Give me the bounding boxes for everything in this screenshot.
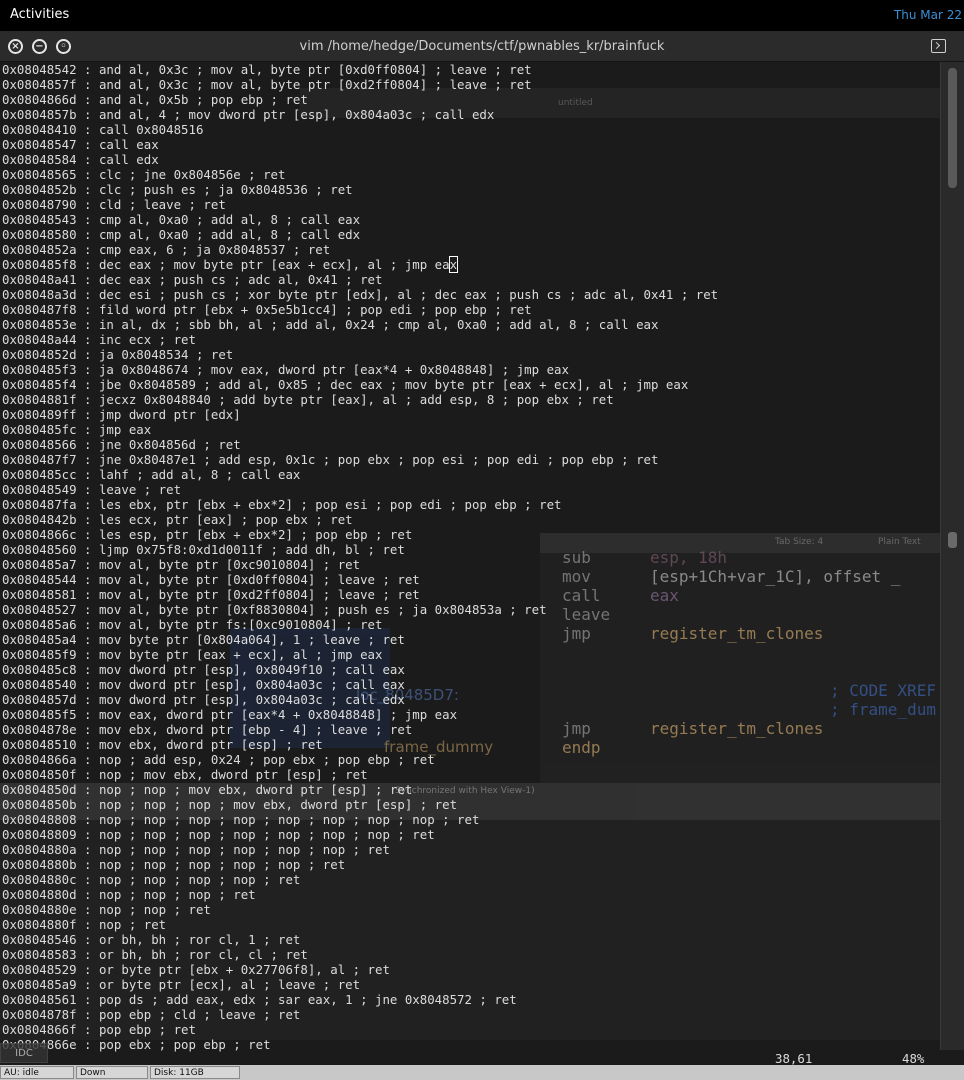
vim-line[interactable]: 0x0804857b : and al, 4 ; mov dword ptr [… [2, 107, 494, 122]
vim-scroll-percent: 48% [902, 1051, 925, 1066]
vim-line[interactable]: 0x08048544 : mov al, byte ptr [0xd0ff080… [2, 572, 420, 587]
vim-line[interactable]: 0x08048584 : call edx [2, 152, 159, 167]
vim-line[interactable]: 0x080485fc : jmp eax [2, 422, 151, 437]
vim-line[interactable]: 0x08048a41 : dec eax ; push cs ; adc al,… [2, 272, 382, 287]
vim-line[interactable]: 0x08048549 : leave ; ret [2, 482, 181, 497]
vim-line[interactable]: 0x080485a9 : or byte ptr [ecx], al ; lea… [2, 977, 360, 992]
vim-line[interactable]: 0x0804881f : jecxz 0x8048840 ; add byte … [2, 392, 614, 407]
vim-line[interactable]: 0x08048543 : cmp al, 0xa0 ; add al, 8 ; … [2, 212, 360, 227]
ida-statusbar: AU: idle Down Disk: 11GB [0, 1065, 964, 1080]
vim-line[interactable]: 0x0804878f : pop ebp ; cld ; leave ; ret [2, 1007, 300, 1022]
ghost-idc-tab: IDC [0, 1043, 48, 1063]
vim-line[interactable]: 0x080485cc : lahf ; add al, 8 ; call eax [2, 467, 300, 482]
vim-line[interactable]: 0x0804853e : in al, dx ; sbb bh, al ; ad… [2, 317, 658, 332]
vim-line[interactable]: 0x0804850d : nop ; nop ; mov ebx, dword … [2, 782, 412, 797]
vim-line[interactable]: 0x08048566 : jne 0x804856d ; ret [2, 437, 241, 452]
vim-line[interactable]: 0x08048410 : call 0x8048516 [2, 122, 203, 137]
scrollbar-thumb[interactable] [948, 68, 957, 188]
vim-line[interactable]: 0x08048808 : nop ; nop ; nop ; nop ; nop… [2, 812, 479, 827]
vim-line[interactable]: 0x080485a4 : mov byte ptr [0x804a064], 1… [2, 632, 405, 647]
vim-line[interactable]: 0x080487f7 : jne 0x80487e1 ; add esp, 0x… [2, 452, 658, 467]
vim-line[interactable]: 0x0804852b : clc ; push es ; ja 0x804853… [2, 182, 353, 197]
vim-cursor: x [448, 256, 459, 273]
window-title: vim /home/hedge/Documents/ctf/pwnables_k… [299, 39, 665, 54]
vim-line[interactable]: 0x080485f9 : mov byte ptr [eax + ecx], a… [2, 647, 382, 662]
vim-line[interactable]: 0x080485c8 : mov dword ptr [esp], 0x8049… [2, 662, 405, 677]
vim-line[interactable]: 0x08048565 : clc ; jne 0x804856e ; ret [2, 167, 285, 182]
vim-cursor-position: 38,61 [775, 1051, 813, 1066]
vertical-scrollbar[interactable] [940, 62, 964, 1050]
vim-line[interactable]: 0x080489ff : jmp dword ptr [edx] [2, 407, 241, 422]
vim-line[interactable]: 0x080485f8 : dec eax ; mov byte ptr [eax… [2, 256, 459, 273]
vim-line[interactable]: 0x08048581 : mov al, byte ptr [0xd2ff080… [2, 587, 420, 602]
vim-line[interactable]: 0x080487f8 : fild word ptr [ebx + 0x5e5b… [2, 302, 532, 317]
vim-line[interactable]: 0x08048790 : cld ; leave ; ret [2, 197, 226, 212]
vim-line[interactable]: 0x08048527 : mov al, byte ptr [0xf883080… [2, 602, 547, 617]
vim-line[interactable]: 0x0804857d : mov dword ptr [esp], 0x804a… [2, 692, 405, 707]
vim-line[interactable]: 0x0804852a : cmp eax, 6 ; ja 0x8048537 ;… [2, 242, 330, 257]
vim-line[interactable]: 0x080487fa : les ebx, ptr [ebx + ebx*2] … [2, 497, 562, 512]
vim-line[interactable]: 0x08048546 : or bh, bh ; ror cl, 1 ; ret [2, 932, 300, 947]
vim-line[interactable]: 0x08048510 : mov ebx, dword ptr [esp] ; … [2, 737, 323, 752]
vim-line[interactable]: 0x08048580 : cmp al, 0xa0 ; add al, 8 ; … [2, 227, 360, 242]
window-titlebar: × − ◦ vim /home/hedge/Documents/ctf/pwna… [0, 31, 964, 62]
vim-line[interactable]: 0x0804878e : mov ebx, dword ptr [ebp - 4… [2, 722, 412, 737]
vim-line[interactable]: 0x08048540 : mov dword ptr [esp], 0x804a… [2, 677, 405, 692]
vim-line[interactable]: 0x0804880f : nop ; ret [2, 917, 166, 932]
vim-line[interactable]: 0x08048809 : nop ; nop ; nop ; nop ; nop… [2, 827, 435, 842]
vim-line[interactable]: 0x080485f4 : jbe 0x8048589 ; add al, 0x8… [2, 377, 688, 392]
clock[interactable]: Thu Mar 22 [894, 8, 962, 22]
vim-line[interactable]: 0x0804850f : nop ; mov ebx, dword ptr [e… [2, 767, 368, 782]
vim-editor[interactable]: 0x08048542 : and al, 0x3c ; mov al, byte… [0, 62, 938, 1052]
status-disk: Disk: 11GB [150, 1066, 240, 1079]
vim-line[interactable]: 0x08048583 : or bh, bh ; ror cl, cl ; re… [2, 947, 308, 962]
vim-line[interactable]: 0x08048560 : ljmp 0x75f8:0xd1d0011f ; ad… [2, 542, 405, 557]
vim-line[interactable]: 0x0804857f : and al, 0x3c ; mov al, byte… [2, 77, 532, 92]
vim-line[interactable]: 0x0804880a : nop ; nop ; nop ; nop ; nop… [2, 842, 390, 857]
vim-line[interactable]: 0x0804866f : pop ebp ; ret [2, 1022, 196, 1037]
vim-line[interactable]: 0x0804866a : nop ; add esp, 0x24 ; pop e… [2, 752, 435, 767]
vim-line[interactable]: 0x08048a3d : dec esi ; push cs ; xor byt… [2, 287, 718, 302]
vim-line[interactable]: 0x0804842b : les ecx, ptr [eax] ; pop eb… [2, 512, 353, 527]
vim-line[interactable]: 0x08048561 : pop ds ; add eax, edx ; sar… [2, 992, 517, 1007]
vim-line[interactable]: 0x08048542 : and al, 0x3c ; mov al, byte… [2, 62, 532, 77]
vim-line[interactable]: 0x08048529 : or byte ptr [ebx + 0x27706f… [2, 962, 390, 977]
scrollbar-marker [948, 532, 957, 548]
vim-line[interactable]: 0x0804880e : nop ; nop ; ret [2, 902, 211, 917]
vim-line[interactable]: 0x0804880c : nop ; nop ; nop ; nop ; ret [2, 872, 300, 887]
status-direction: Down [76, 1066, 148, 1079]
activities-button[interactable]: Activities [10, 7, 69, 22]
status-au: AU: idle [0, 1066, 74, 1079]
vim-line[interactable]: 0x08048547 : call eax [2, 137, 159, 152]
vim-line[interactable]: 0x080485a7 : mov al, byte ptr [0xc901080… [2, 557, 360, 572]
gnome-top-bar: Activities Thu Mar 22 [0, 0, 964, 31]
vim-line[interactable]: 0x080485f5 : mov eax, dword ptr [eax*4 +… [2, 707, 457, 722]
terminal-icon[interactable] [931, 39, 946, 53]
vim-line[interactable]: 0x080485f3 : ja 0x8048674 ; mov eax, dwo… [2, 362, 569, 377]
vim-line[interactable]: 0x0804880d : nop ; nop ; nop ; ret [2, 887, 256, 902]
vim-line[interactable]: 0x0804852d : ja 0x8048534 ; ret [2, 347, 233, 362]
vim-line[interactable]: 0x0804866c : les esp, ptr [ebx + ebx*2] … [2, 527, 412, 542]
vim-line[interactable]: 0x0804866d : and al, 0x5b ; pop ebp ; re… [2, 92, 308, 107]
vim-line[interactable]: 0x08048a44 : inc ecx ; ret [2, 332, 196, 347]
vim-line[interactable]: 0x0804880b : nop ; nop ; nop ; nop ; nop… [2, 857, 345, 872]
vim-line[interactable]: 0x0804850b : nop ; nop ; nop ; mov ebx, … [2, 797, 457, 812]
vim-line[interactable]: 0x080485a6 : mov al, byte ptr fs:[0xc901… [2, 617, 382, 632]
